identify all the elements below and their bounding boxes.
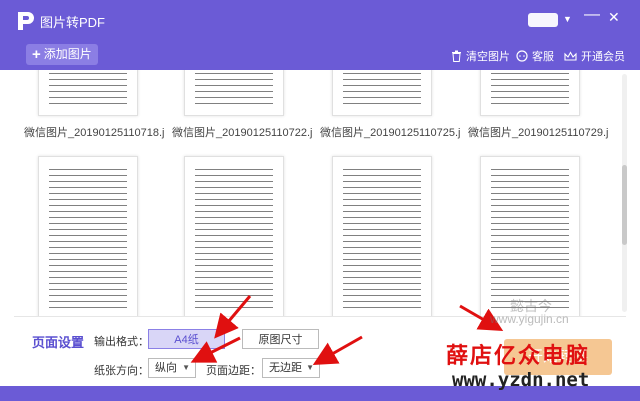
page-thumbnail[interactable] bbox=[480, 70, 580, 116]
customer-service-button[interactable]: 客服 bbox=[516, 48, 554, 64]
thumbnail-grid: 微信图片_20190125110718.j... 微信图片_2019012511… bbox=[14, 70, 626, 316]
title-bar: 图片转PDF ▼ — ✕ bbox=[0, 0, 640, 41]
page-text-lines bbox=[195, 70, 273, 107]
clear-images-label: 清空图片 bbox=[466, 51, 510, 63]
page-thumbnail[interactable] bbox=[332, 156, 432, 316]
orientation-label: 纸张方向： bbox=[94, 365, 149, 377]
add-image-label: 添加图片 bbox=[43, 47, 92, 61]
toolbar: + 添加图片 清空图片 客服 开通会员 bbox=[0, 41, 640, 70]
page-thumbnail[interactable] bbox=[38, 156, 138, 316]
page-thumbnail[interactable] bbox=[184, 156, 284, 316]
page-text-lines bbox=[343, 169, 421, 309]
thumbnail-caption: 微信图片_20190125110729.j... bbox=[468, 127, 608, 139]
menu-dropdown-icon[interactable]: ▼ bbox=[563, 14, 572, 24]
thumbnail-caption: 微信图片_20190125110722.j... bbox=[172, 127, 312, 139]
thumbnail-caption: 微信图片_20190125110725.j... bbox=[320, 127, 460, 139]
orientation-value: 纵向 bbox=[155, 362, 177, 374]
page-text-lines bbox=[343, 70, 421, 107]
output-format-label: 输出格式： bbox=[94, 336, 149, 348]
page-thumbnail[interactable] bbox=[38, 70, 138, 116]
app-logo-icon bbox=[18, 12, 34, 30]
chevron-down-icon: ▼ bbox=[182, 363, 190, 372]
margin-value: 无边距 bbox=[269, 362, 302, 374]
user-account-badge[interactable] bbox=[528, 13, 558, 27]
watermark-brand-url: www.yzdn.net bbox=[452, 369, 590, 391]
vip-label: 开通会员 bbox=[581, 51, 625, 63]
orientation-select[interactable]: 纵向 ▼ bbox=[148, 358, 196, 378]
page-settings-title: 页面设置 bbox=[32, 335, 85, 350]
add-image-button[interactable]: + 添加图片 bbox=[26, 44, 98, 65]
page-text-lines bbox=[49, 169, 127, 309]
margin-select[interactable]: 无边距 ▼ bbox=[262, 358, 320, 378]
page-text-lines bbox=[49, 70, 127, 107]
trash-icon bbox=[452, 50, 461, 62]
chevron-down-icon: ▼ bbox=[306, 363, 314, 372]
clear-images-button[interactable]: 清空图片 bbox=[451, 48, 510, 64]
minimize-icon[interactable]: — bbox=[584, 6, 600, 24]
thumbnail-caption: 微信图片_20190125110718.j... bbox=[24, 127, 164, 139]
scrollbar-thumb[interactable] bbox=[622, 165, 627, 245]
page-text-lines bbox=[195, 169, 273, 309]
page-text-lines bbox=[491, 169, 569, 309]
crown-icon bbox=[564, 50, 577, 61]
app-title: 图片转PDF bbox=[40, 15, 106, 30]
format-a4-button[interactable]: A4纸 bbox=[148, 329, 225, 349]
page-thumbnail[interactable] bbox=[480, 156, 580, 316]
close-icon[interactable]: ✕ bbox=[608, 9, 620, 26]
customer-service-label: 客服 bbox=[532, 51, 554, 63]
watermark-site-url: www.yigujin.cn bbox=[490, 312, 569, 326]
vip-button[interactable]: 开通会员 bbox=[564, 48, 625, 64]
page-thumbnail[interactable] bbox=[332, 70, 432, 116]
plus-icon: + bbox=[32, 46, 41, 63]
page-text-lines bbox=[491, 70, 569, 107]
chat-icon bbox=[516, 50, 528, 62]
margin-label: 页面边距： bbox=[206, 365, 261, 377]
format-original-button[interactable]: 原图尺寸 bbox=[242, 329, 319, 349]
watermark-brand-name: 薛店亿众电脑 bbox=[446, 343, 591, 369]
page-thumbnail[interactable] bbox=[184, 70, 284, 116]
